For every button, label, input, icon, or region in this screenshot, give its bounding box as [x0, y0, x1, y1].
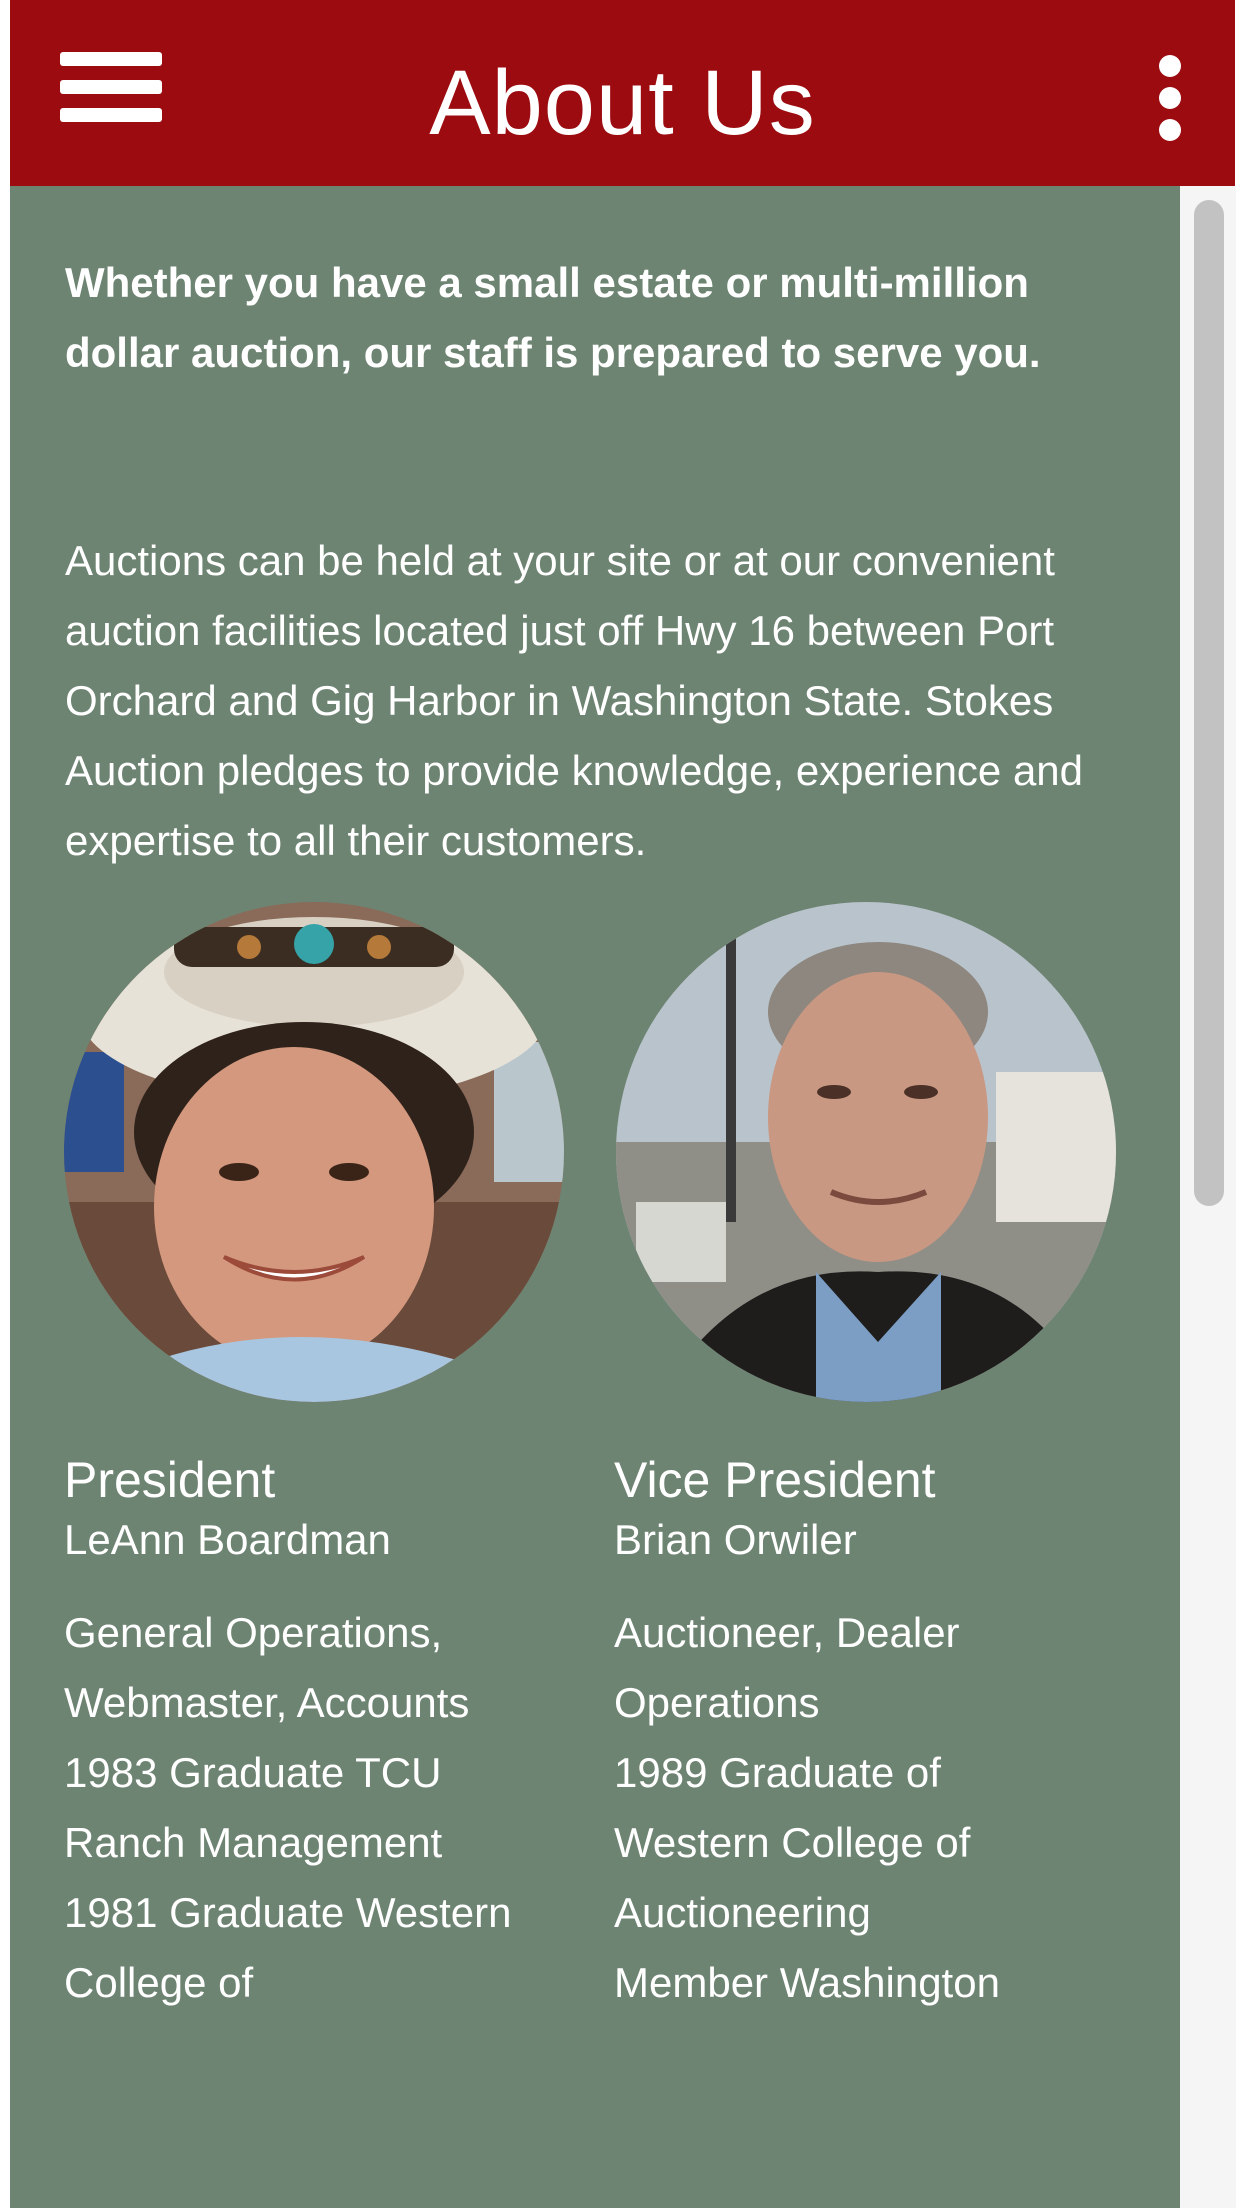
page-title: About Us	[429, 52, 816, 154]
scrollbar-thumb[interactable]	[1194, 200, 1224, 1206]
staff-desc-line: 1981 Graduate Western	[64, 1889, 512, 1936]
president-photo	[64, 902, 564, 1402]
staff-desc-line: Western College of	[614, 1819, 971, 1866]
staff-desc-line: Webmaster, Accounts	[64, 1679, 470, 1726]
staff-desc-line: General Operations,	[64, 1609, 443, 1656]
vice-president-photo	[616, 902, 1116, 1402]
staff-desc-line: Ranch Management	[64, 1819, 443, 1866]
staff-role: Vice President	[614, 1452, 936, 1508]
staff-card-president: President LeAnn Boardman General Operati…	[64, 1448, 584, 2018]
staff-desc-line: 1989 Graduate of	[614, 1749, 941, 1796]
more-vertical-icon[interactable]	[1140, 50, 1200, 150]
staff-desc-line: Auctioneering	[614, 1889, 871, 1936]
staff-desc-line: Auctioneer, Dealer	[614, 1609, 960, 1656]
staff-desc-line: Operations	[614, 1679, 820, 1726]
about-us-screen: About Us Whether you have a small estate…	[0, 0, 1242, 2208]
intro-headline: Whether you have a small estate or multi…	[65, 259, 1041, 376]
intro-paragraph: Auctions can be held at your site or at …	[65, 537, 1084, 864]
staff-desc-line: Member Washington	[614, 1959, 1000, 2006]
staff-desc-line: 1983 Graduate TCU	[64, 1749, 442, 1796]
staff-card-vice-president: Vice President Brian Orwiler Auctioneer,…	[614, 1448, 1134, 2018]
staff-role: President	[64, 1452, 276, 1508]
staff-desc-line: College of	[64, 1959, 254, 2006]
staff-description: General Operations, Webmaster, Accounts …	[64, 1598, 584, 2018]
staff-name: Brian Orwiler	[614, 1516, 857, 1563]
app-bar: About Us	[10, 0, 1235, 186]
staff-name: LeAnn Boardman	[64, 1516, 391, 1563]
staff-description: Auctioneer, Dealer Operations 1989 Gradu…	[614, 1598, 1134, 2018]
